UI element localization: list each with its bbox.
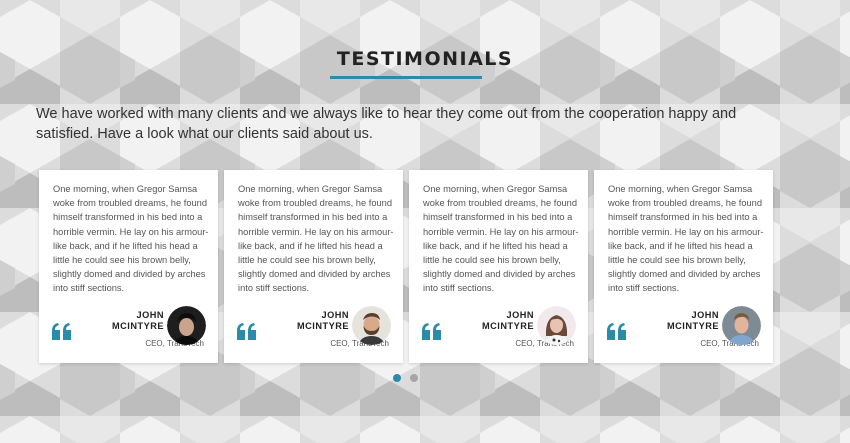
quote-icon (607, 323, 626, 340)
client-name: JOHN MCINTYRE (482, 310, 534, 331)
client-name: JOHN MCINTYRE (667, 310, 719, 331)
pagination-dot-1[interactable] (393, 374, 401, 382)
section-title: TESTIMONIALS (336, 48, 514, 70)
quote-icon (52, 323, 71, 340)
testimonial-text: One morning, when Gregor Samsa woke from… (423, 184, 579, 294)
testimonial-text: One morning, when Gregor Samsa woke from… (608, 184, 764, 294)
testimonial-card: One morning, when Gregor Samsa woke from… (409, 170, 588, 363)
testimonial-card: One morning, when Gregor Samsa woke from… (39, 170, 218, 363)
client-name: JOHN MCINTYRE (297, 310, 349, 331)
woman-avatar (537, 306, 576, 345)
testimonial-card: One morning, when Gregor Samsa woke from… (594, 170, 773, 363)
quote-icon (237, 323, 256, 340)
man-dark-hair-avatar (167, 306, 206, 345)
bearded-man-avatar (352, 306, 391, 345)
pagination-dot-2[interactable] (410, 374, 418, 382)
client-name: JOHN MCINTYRE (112, 310, 164, 331)
title-underline (330, 76, 482, 79)
testimonial-text: One morning, when Gregor Samsa woke from… (53, 184, 209, 294)
testimonial-card: One morning, when Gregor Samsa woke from… (224, 170, 403, 363)
testimonial-text: One morning, when Gregor Samsa woke from… (238, 184, 394, 294)
man-blue-shirt-avatar (722, 306, 761, 345)
quote-icon (422, 323, 441, 340)
section-intro: We have worked with many clients and we … (36, 106, 737, 142)
